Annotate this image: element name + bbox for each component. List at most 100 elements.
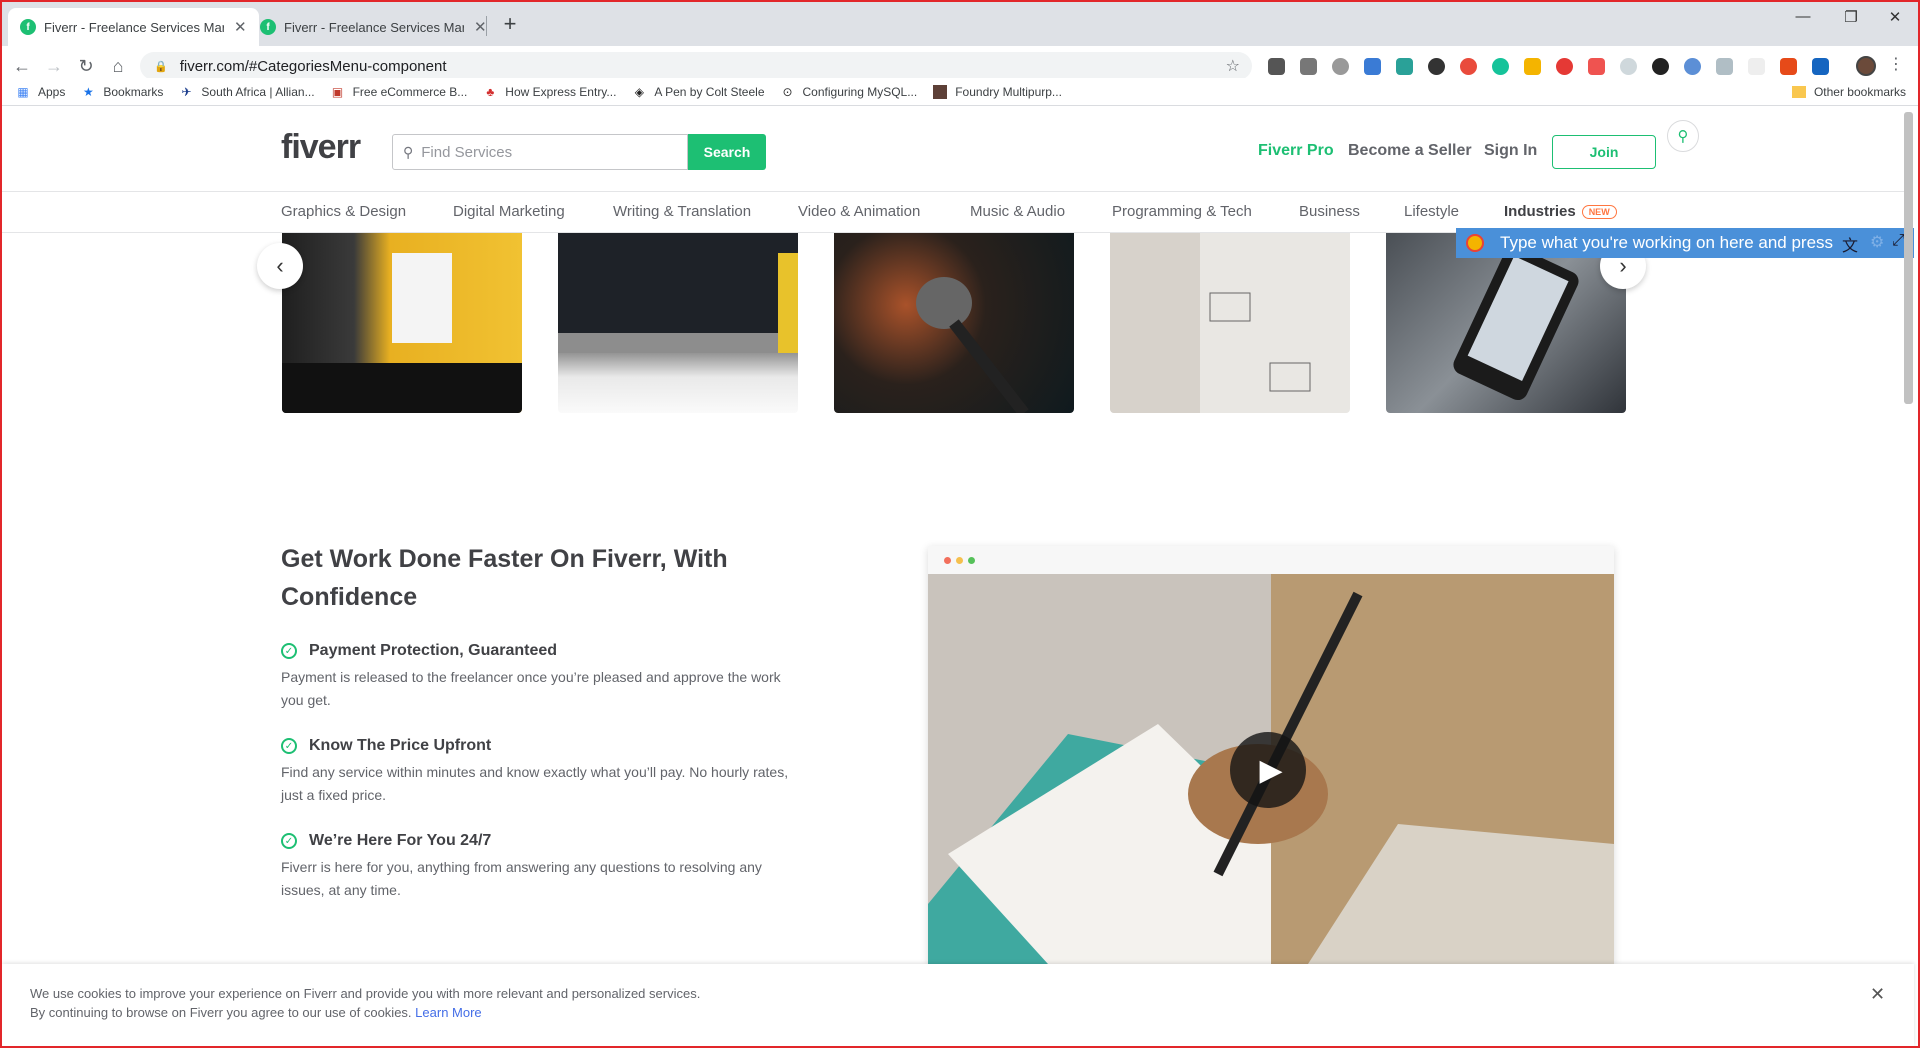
bookmark-label: Bookmarks: [103, 84, 164, 99]
categories-menu: Graphics & Design Digital Marketing Writ…: [0, 193, 1910, 233]
category-digital-marketing[interactable]: Digital Marketing: [453, 203, 565, 220]
microphone-image: [916, 277, 1029, 413]
promo-video[interactable]: ▶: [928, 546, 1614, 964]
bookmark-label: Apps: [38, 84, 66, 99]
carousel-card[interactable]: [834, 233, 1074, 413]
coffee-cup-image: [282, 253, 522, 413]
extension-icon[interactable]: [1268, 58, 1285, 75]
page-scrollbar[interactable]: [1904, 112, 1913, 404]
cookie-banner: We use cookies to improve your experienc…: [2, 964, 1914, 1046]
bookmark-foundry[interactable]: Foundry Multipurp...: [933, 84, 1062, 99]
check-circle-icon: ✓: [281, 738, 297, 754]
become-seller-link[interactable]: Become a Seller: [1348, 142, 1472, 160]
lock-icon: 🔒: [154, 60, 168, 73]
category-music-audio[interactable]: Music & Audio: [970, 203, 1065, 220]
category-video-animation[interactable]: Video & Animation: [798, 203, 920, 220]
subcategory-carousel: ‹ ›: [0, 233, 1910, 415]
join-button[interactable]: Join: [1552, 135, 1656, 169]
other-bookmarks[interactable]: Other bookmarks: [1791, 85, 1906, 99]
feature-title: Payment Protection, Guaranteed: [309, 642, 558, 659]
feature-title: We’re Here For You 24/7: [309, 832, 492, 849]
bookmark-apps[interactable]: ▦ Apps: [16, 85, 65, 99]
category-industries[interactable]: Industries NEW: [1504, 203, 1617, 220]
sign-in-link[interactable]: Sign In: [1484, 142, 1537, 160]
restore-button[interactable]: ❐: [1828, 8, 1874, 26]
carousel-prev-button[interactable]: ‹: [257, 243, 303, 289]
fiverr-favicon-icon: f: [20, 19, 36, 35]
bookmark-star-icon[interactable]: ☆: [1226, 56, 1240, 76]
minimize-button[interactable]: —: [1780, 8, 1826, 25]
tab-close-icon[interactable]: ✕: [234, 18, 247, 36]
carousel-card[interactable]: [558, 233, 798, 413]
expand-icon[interactable]: ⤢: [1892, 232, 1905, 250]
bookmark-mysql[interactable]: ⊙ Configuring MySQL...: [781, 84, 918, 99]
carousel-card[interactable]: [1386, 233, 1626, 413]
fiverr-logo[interactable]: fiverr: [281, 128, 361, 167]
new-tab-button[interactable]: +: [496, 10, 524, 38]
play-circle-icon: ⊙: [782, 84, 793, 99]
tab-title: Fiverr - Freelance Services Marke: [284, 19, 464, 35]
section-headline: Get Work Done Faster On Fiverr, With Con…: [281, 545, 728, 611]
cookie-close-icon[interactable]: ✕: [1870, 984, 1885, 1005]
tab-close-icon[interactable]: ✕: [474, 18, 487, 36]
extension-icon[interactable]: [1332, 58, 1349, 75]
bookmark-label: Free eCommerce B...: [352, 84, 468, 99]
extension-icon[interactable]: [1556, 58, 1573, 75]
profile-avatar[interactable]: [1856, 56, 1876, 76]
settings-icon[interactable]: ⚙: [1870, 232, 1884, 252]
search-button[interactable]: Search: [688, 134, 766, 170]
bookmark-south-africa[interactable]: ✈ South Africa | Allian...: [179, 85, 314, 99]
forward-arrow-icon[interactable]: →: [42, 54, 66, 78]
extension-icon[interactable]: [1716, 58, 1733, 75]
cookie-text-line2-body: By continuing to browse on Fiverr you ag…: [30, 1005, 412, 1020]
category-graphics-design[interactable]: Graphics & Design: [281, 203, 406, 220]
category-industries-label: Industries: [1504, 203, 1576, 220]
search-input[interactable]: ⚲ Find Services: [392, 134, 688, 170]
extension-icon[interactable]: [1428, 58, 1445, 75]
bookmark-codepen[interactable]: ◈ A Pen by Colt Steele: [632, 85, 765, 99]
learn-more-link[interactable]: Learn More: [415, 1005, 481, 1020]
whiteboard-planning-image: [1110, 233, 1311, 413]
fiverr-pro-link[interactable]: Fiverr Pro: [1258, 142, 1334, 160]
feature-payment-protection: ✓ Payment Protection, Guaranteed Payment …: [281, 642, 801, 712]
extension-icon[interactable]: [1780, 58, 1797, 75]
browser-menu-icon[interactable]: ⋮: [1888, 54, 1904, 74]
play-icon[interactable]: ▶: [1230, 732, 1306, 808]
extension-icon[interactable]: [1748, 58, 1765, 75]
browser-tab-strip: f Fiverr - Freelance Services Marke ✕ f …: [0, 0, 1920, 46]
bookmark-bookmarks[interactable]: ★ Bookmarks: [81, 85, 163, 99]
extension-icon[interactable]: [1684, 58, 1701, 75]
carousel-card[interactable]: [1110, 233, 1350, 413]
zoom-icon[interactable]: [1620, 58, 1637, 75]
bookmark-label: Configuring MySQL...: [802, 84, 918, 99]
floating-search-icon[interactable]: ⚲: [1667, 120, 1699, 152]
back-arrow-icon[interactable]: ←: [10, 54, 34, 78]
extension-icon[interactable]: [1524, 58, 1541, 75]
category-lifestyle[interactable]: Lifestyle: [1404, 203, 1459, 220]
carousel-card[interactable]: [282, 233, 522, 413]
category-writing-translation[interactable]: Writing & Translation: [613, 203, 751, 220]
video-window-bar: [928, 546, 1614, 574]
fiverr-favicon-icon: f: [260, 19, 276, 35]
reload-icon[interactable]: ↻: [74, 54, 98, 78]
bookmark-ecommerce[interactable]: ▣ Free eCommerce B...: [331, 84, 468, 99]
apps-grid-icon: ▦: [17, 84, 29, 99]
extension-icon[interactable]: [1588, 58, 1605, 75]
uipath-icon[interactable]: [1812, 58, 1829, 75]
extension-icon[interactable]: [1364, 58, 1381, 75]
language-icon[interactable]: 文: [1842, 232, 1858, 256]
bookmark-express-entry[interactable]: ♣ How Express Entry...: [483, 85, 616, 99]
grammarly-icon[interactable]: [1492, 58, 1509, 75]
tab-fiverr-1[interactable]: f Fiverr - Freelance Services Marke ✕: [8, 8, 259, 46]
window-close-button[interactable]: ✕: [1872, 8, 1918, 26]
assistant-bar[interactable]: Type what you're working on here and pre…: [1456, 228, 1914, 258]
category-programming-tech[interactable]: Programming & Tech: [1112, 203, 1252, 220]
extension-icon[interactable]: [1460, 58, 1477, 75]
tab-fiverr-2[interactable]: f Fiverr - Freelance Services Marke ✕: [248, 8, 499, 46]
extension-icon[interactable]: [1396, 58, 1413, 75]
home-icon[interactable]: ⌂: [106, 54, 130, 78]
extension-icon[interactable]: [1300, 58, 1317, 75]
address-bar[interactable]: 🔒 fiverr.com/#CategoriesMenu-component ☆: [140, 52, 1252, 80]
category-business[interactable]: Business: [1299, 203, 1360, 220]
extension-icon[interactable]: [1652, 58, 1669, 75]
